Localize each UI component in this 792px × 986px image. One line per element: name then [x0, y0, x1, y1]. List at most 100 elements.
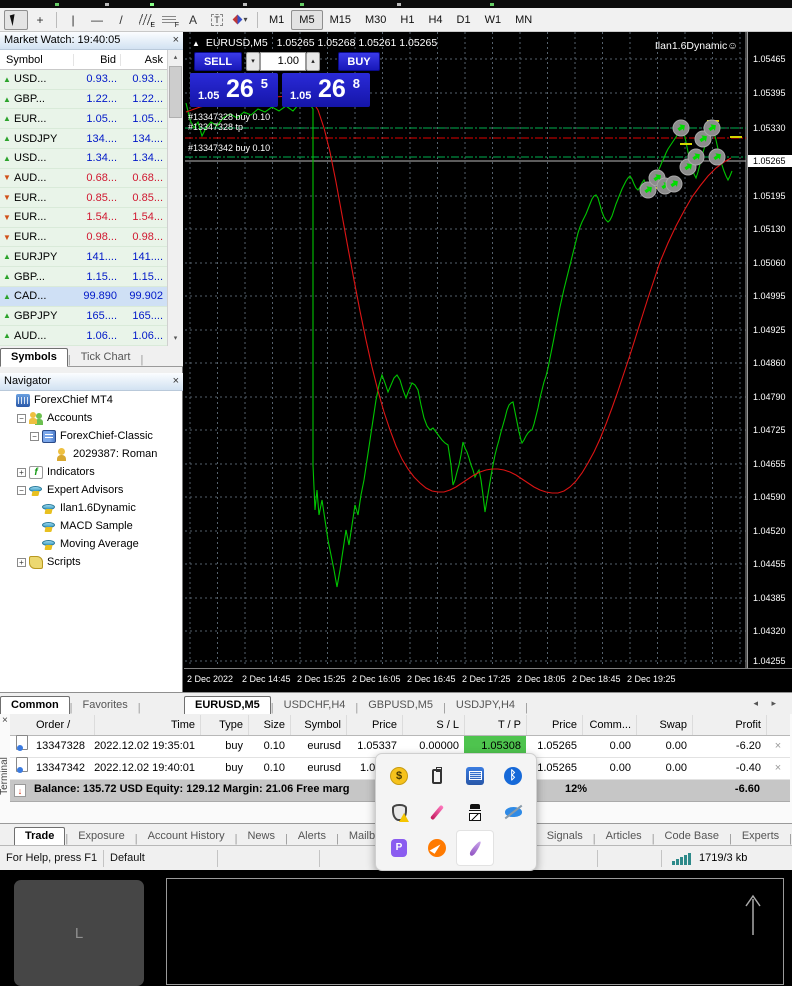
timeframe-m15[interactable]: M15: [323, 10, 358, 30]
market-watch-row[interactable]: ▲GBP...1.22...1.22...: [0, 90, 167, 110]
tree-expander-minus-icon[interactable]: −: [30, 432, 39, 441]
arrows-tool[interactable]: ▾: [229, 10, 253, 30]
keyboard-key[interactable]: L: [14, 880, 144, 986]
terminal-tab-alerts[interactable]: Alerts: [288, 828, 336, 845]
chart-canvas[interactable]: [185, 32, 747, 668]
orders-column-header[interactable]: S / L: [402, 715, 464, 735]
column-bid[interactable]: Bid: [73, 54, 120, 66]
timeframe-h4[interactable]: H4: [421, 10, 449, 30]
trade-marker-icon[interactable]: [704, 120, 720, 136]
tree-expander-plus-icon[interactable]: +: [17, 558, 26, 567]
avast-icon-cell[interactable]: [419, 831, 455, 865]
column-symbol[interactable]: Symbol: [0, 54, 73, 66]
scrollbar-thumb[interactable]: [169, 66, 182, 118]
orders-column-header[interactable]: Order /: [34, 715, 94, 735]
market-watch-row[interactable]: ▲EUR...1.05...1.05...: [0, 109, 167, 129]
trade-marker-icon[interactable]: [709, 149, 725, 165]
terminal-tab-articles[interactable]: Articles: [596, 828, 652, 845]
timeframe-h1[interactable]: H1: [393, 10, 421, 30]
terminal-tab-account-history[interactable]: Account History: [138, 828, 235, 845]
trendline-tool[interactable]: /: [109, 10, 133, 30]
security-shield-icon-cell[interactable]: [381, 795, 417, 829]
market-watch-row[interactable]: ▲USDJPY134....134....: [0, 129, 167, 149]
scroll-down-icon[interactable]: ▾: [168, 331, 183, 346]
nav-item-moving-average[interactable]: Moving Average: [0, 535, 182, 553]
close-order-icon[interactable]: ×: [766, 736, 790, 757]
trade-marker-icon[interactable]: [673, 120, 689, 136]
terminal-tab-exposure[interactable]: Exposure: [68, 828, 134, 845]
cursor-tool[interactable]: [4, 10, 28, 30]
nav-item-2029387-roman[interactable]: 2029387: Roman: [0, 445, 182, 463]
remote-desktop-icon-cell[interactable]: [457, 759, 493, 793]
vertical-line-tool[interactable]: |: [61, 10, 85, 30]
buy-price-panel[interactable]: 1.05 26 8: [282, 73, 370, 107]
pen-icon-cell[interactable]: [419, 795, 455, 829]
text-label-tool[interactable]: T: [205, 10, 229, 30]
volume-input[interactable]: 1.00: [260, 52, 306, 71]
nav-item-forexchief-classic[interactable]: −ForexChief-Classic: [0, 427, 182, 445]
orders-column-header[interactable]: Swap: [636, 715, 692, 735]
nav-item-forexchief-mt4[interactable]: ForexChief MT4: [0, 391, 182, 409]
terminal-side-label[interactable]: Terminal: [0, 741, 11, 811]
chart-tab-eurusd-m5[interactable]: EURUSD,M5: [184, 696, 271, 715]
chart-tab-usdchf-h4[interactable]: USDCHF,H4: [274, 697, 356, 714]
market-watch-row[interactable]: ▲USD...1.34...1.34...: [0, 149, 167, 169]
scroll-up-icon[interactable]: ▴: [168, 50, 183, 65]
tree-expander-minus-icon[interactable]: −: [17, 414, 26, 423]
market-watch-row[interactable]: ▲EURJPY141....141....: [0, 247, 167, 267]
orders-column-header[interactable]: Price: [346, 715, 402, 735]
hat-mail-icon-cell[interactable]: [457, 795, 493, 829]
text-tool[interactable]: A: [181, 10, 205, 30]
terminal-tab-trade[interactable]: Trade: [14, 827, 65, 846]
market-watch-row[interactable]: ▲CAD...99.89099.902: [0, 287, 167, 307]
feather-icon-cell[interactable]: [457, 831, 493, 865]
fibonacci-tool[interactable]: F: [157, 10, 181, 30]
orders-column-header[interactable]: Time: [94, 715, 200, 735]
dollar-coin-icon-cell[interactable]: $: [381, 759, 417, 793]
nav-item-ilan1-6dynamic[interactable]: Ilan1.6Dynamic: [0, 499, 182, 517]
tab-symbols[interactable]: Symbols: [0, 348, 68, 367]
tabs-scroll-right-icon[interactable]: ▸: [771, 698, 776, 709]
price-scale[interactable]: 1.054651.053951.053301.052651.051951.051…: [747, 32, 792, 668]
tab-common[interactable]: Common: [0, 696, 70, 715]
orders-column-header[interactable]: Profit: [692, 715, 766, 735]
market-watch-row[interactable]: ▼EUR...0.85...0.85...: [0, 188, 167, 208]
orders-column-header[interactable]: Size: [248, 715, 290, 735]
close-order-icon[interactable]: ×: [766, 758, 790, 779]
timeframe-d1[interactable]: D1: [450, 10, 478, 30]
crosshair-tool[interactable]: +: [28, 10, 52, 30]
nav-item-accounts[interactable]: −Accounts: [0, 409, 182, 427]
timeframe-m1[interactable]: M1: [262, 10, 291, 30]
status-profile[interactable]: Default: [104, 850, 218, 867]
chart-tab-usdjpy-h4[interactable]: USDJPY,H4: [446, 697, 525, 714]
terminal-tab-news[interactable]: News: [237, 828, 285, 845]
market-watch-scrollbar[interactable]: ▴ ▾: [167, 50, 183, 346]
chart-tab-gbpusd-m5[interactable]: GBPUSD,M5: [358, 697, 443, 714]
orders-column-header[interactable]: T / P: [464, 715, 526, 735]
close-icon[interactable]: ×: [173, 375, 179, 387]
terminal-tab-signals[interactable]: Signals: [537, 828, 593, 845]
nav-item-expert-advisors[interactable]: −Expert Advisors: [0, 481, 182, 499]
volume-increase-button[interactable]: ▴: [306, 52, 320, 71]
orders-column-header[interactable]: Symbol: [290, 715, 346, 735]
orders-column-header[interactable]: Price: [526, 715, 582, 735]
buy-button[interactable]: BUY: [338, 52, 380, 71]
horizontal-line-tool[interactable]: —: [85, 10, 109, 30]
timeframe-m5[interactable]: M5: [291, 10, 322, 30]
terminal-tab-experts[interactable]: Experts: [732, 828, 789, 845]
market-watch-row[interactable]: ▲USD...0.93...0.93...: [0, 70, 167, 90]
tree-expander-plus-icon[interactable]: +: [17, 468, 26, 477]
tabs-scroll-left-icon[interactable]: ◂: [753, 698, 758, 709]
usb-drive-icon-cell[interactable]: [419, 759, 455, 793]
market-watch-row[interactable]: ▲AUD...1.06...1.06...: [0, 326, 167, 346]
column-ask[interactable]: Ask: [120, 54, 167, 66]
cloud-sync-icon-cell[interactable]: [495, 795, 531, 829]
orders-column-header[interactable]: Type: [200, 715, 248, 735]
orders-column-header[interactable]: Comm...: [582, 715, 636, 735]
tab-favorites[interactable]: Favorites: [73, 697, 138, 714]
terminal-tab-code-base[interactable]: Code Base: [655, 828, 729, 845]
trade-marker-icon[interactable]: [666, 176, 682, 192]
market-watch-row[interactable]: ▼EUR...0.98...0.98...: [0, 228, 167, 248]
volume-decrease-button[interactable]: ▾: [246, 52, 260, 71]
sell-price-panel[interactable]: 1.05 26 5: [190, 73, 278, 107]
